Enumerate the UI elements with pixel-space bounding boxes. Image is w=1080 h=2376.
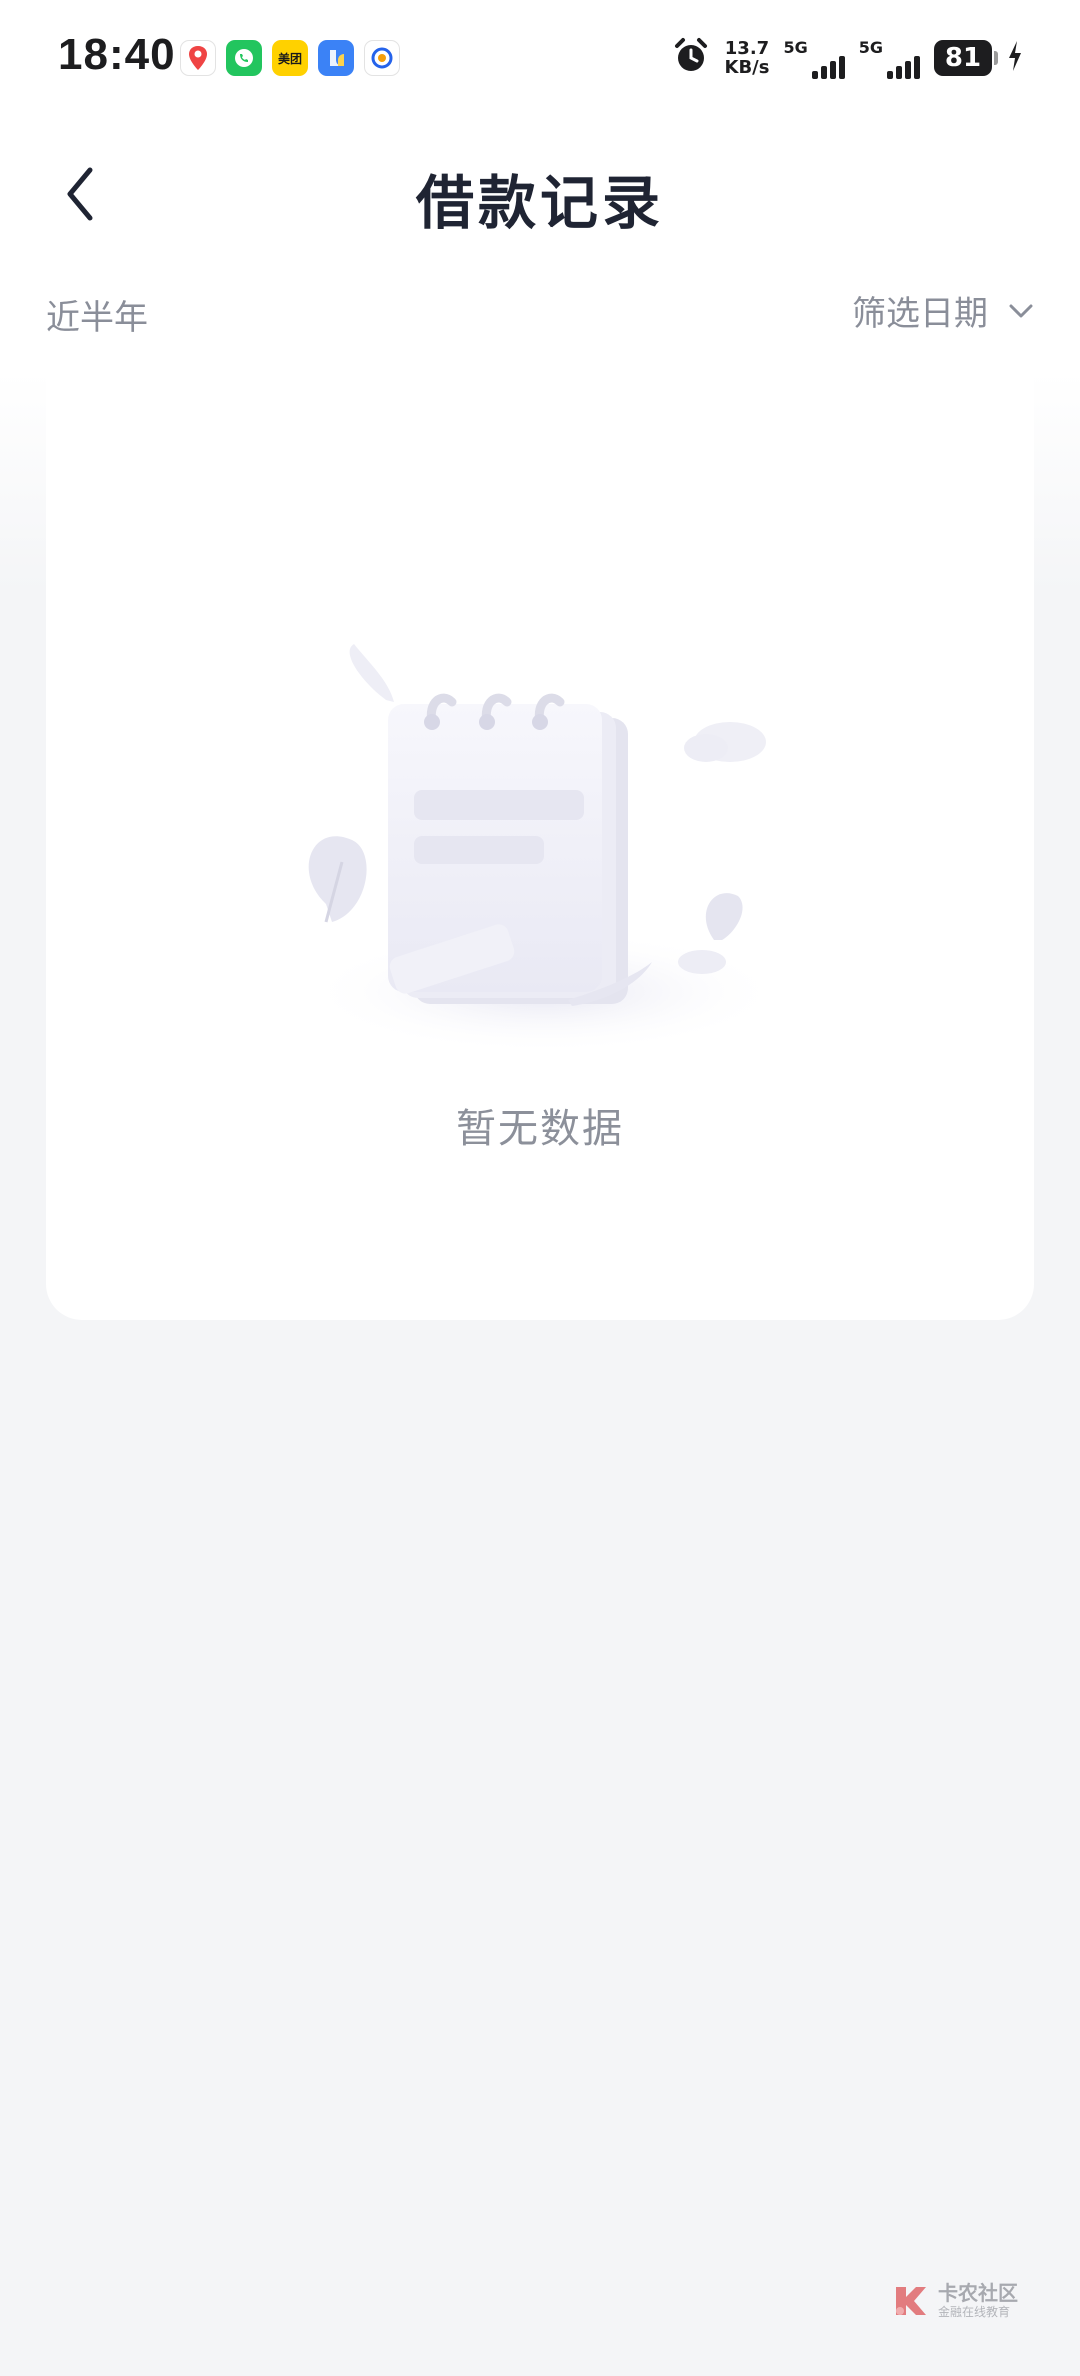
date-filter-label: 筛选日期	[852, 294, 988, 334]
notification-app-icons: 美团	[180, 40, 400, 76]
signal-bars-icon	[811, 55, 845, 79]
watermark-title: 卡农社区	[938, 2281, 1018, 2305]
kanong-logo-icon	[896, 2287, 926, 2315]
sim2-label: 5G	[858, 37, 883, 57]
qq-browser-icon	[364, 40, 400, 76]
empty-state-card: 暂无数据	[46, 360, 1034, 1320]
meituan-icon: 美团	[272, 40, 308, 76]
map-icon	[180, 40, 216, 76]
charging-icon	[1006, 39, 1024, 77]
sim1-signal: 5G	[783, 37, 845, 79]
network-speed-unit: KB/s	[724, 57, 770, 78]
sim1-label: 5G	[783, 37, 808, 57]
status-indicators: 13.7 KB/s 5G 5G 81	[671, 36, 1025, 80]
borrow-records-page: 18:40 美团 13.7 KB/s 5G 5G 81 借款记录 近半年 筛选日…	[0, 0, 1080, 2376]
network-speed-value: 13.7	[724, 38, 770, 59]
status-bar: 18:40 美团 13.7 KB/s 5G 5G 81	[0, 0, 1080, 118]
phone-icon	[226, 40, 262, 76]
alarm-icon	[671, 36, 711, 80]
page-title: 借款记录	[415, 169, 664, 237]
status-time: 18:40	[58, 30, 176, 79]
battery-level: 81	[944, 43, 982, 73]
filter-bar: 近半年 筛选日期	[0, 268, 1080, 372]
battery-indicator: 81	[934, 40, 998, 76]
network-speed: 13.7 KB/s	[725, 39, 770, 77]
date-filter-button[interactable]: 筛选日期	[852, 286, 1034, 335]
chevron-down-icon	[1009, 304, 1033, 317]
watermark-text: 卡农社区 金融在线教育	[938, 2282, 1018, 2320]
nav-bar: 借款记录	[0, 118, 1080, 268]
empty-notebook-illustration	[304, 644, 784, 1054]
watermark-logo: 卡农社区 金融在线教育	[892, 2282, 1018, 2320]
empty-state-message: 暂无数据	[456, 1106, 624, 1152]
range-label: 近半年	[46, 298, 148, 338]
watermark-subtitle: 金融在线教育	[938, 2305, 1011, 2319]
blue-app-icon	[318, 40, 354, 76]
signal-bars-icon	[887, 55, 920, 79]
sim2-signal: 5G	[859, 38, 920, 79]
